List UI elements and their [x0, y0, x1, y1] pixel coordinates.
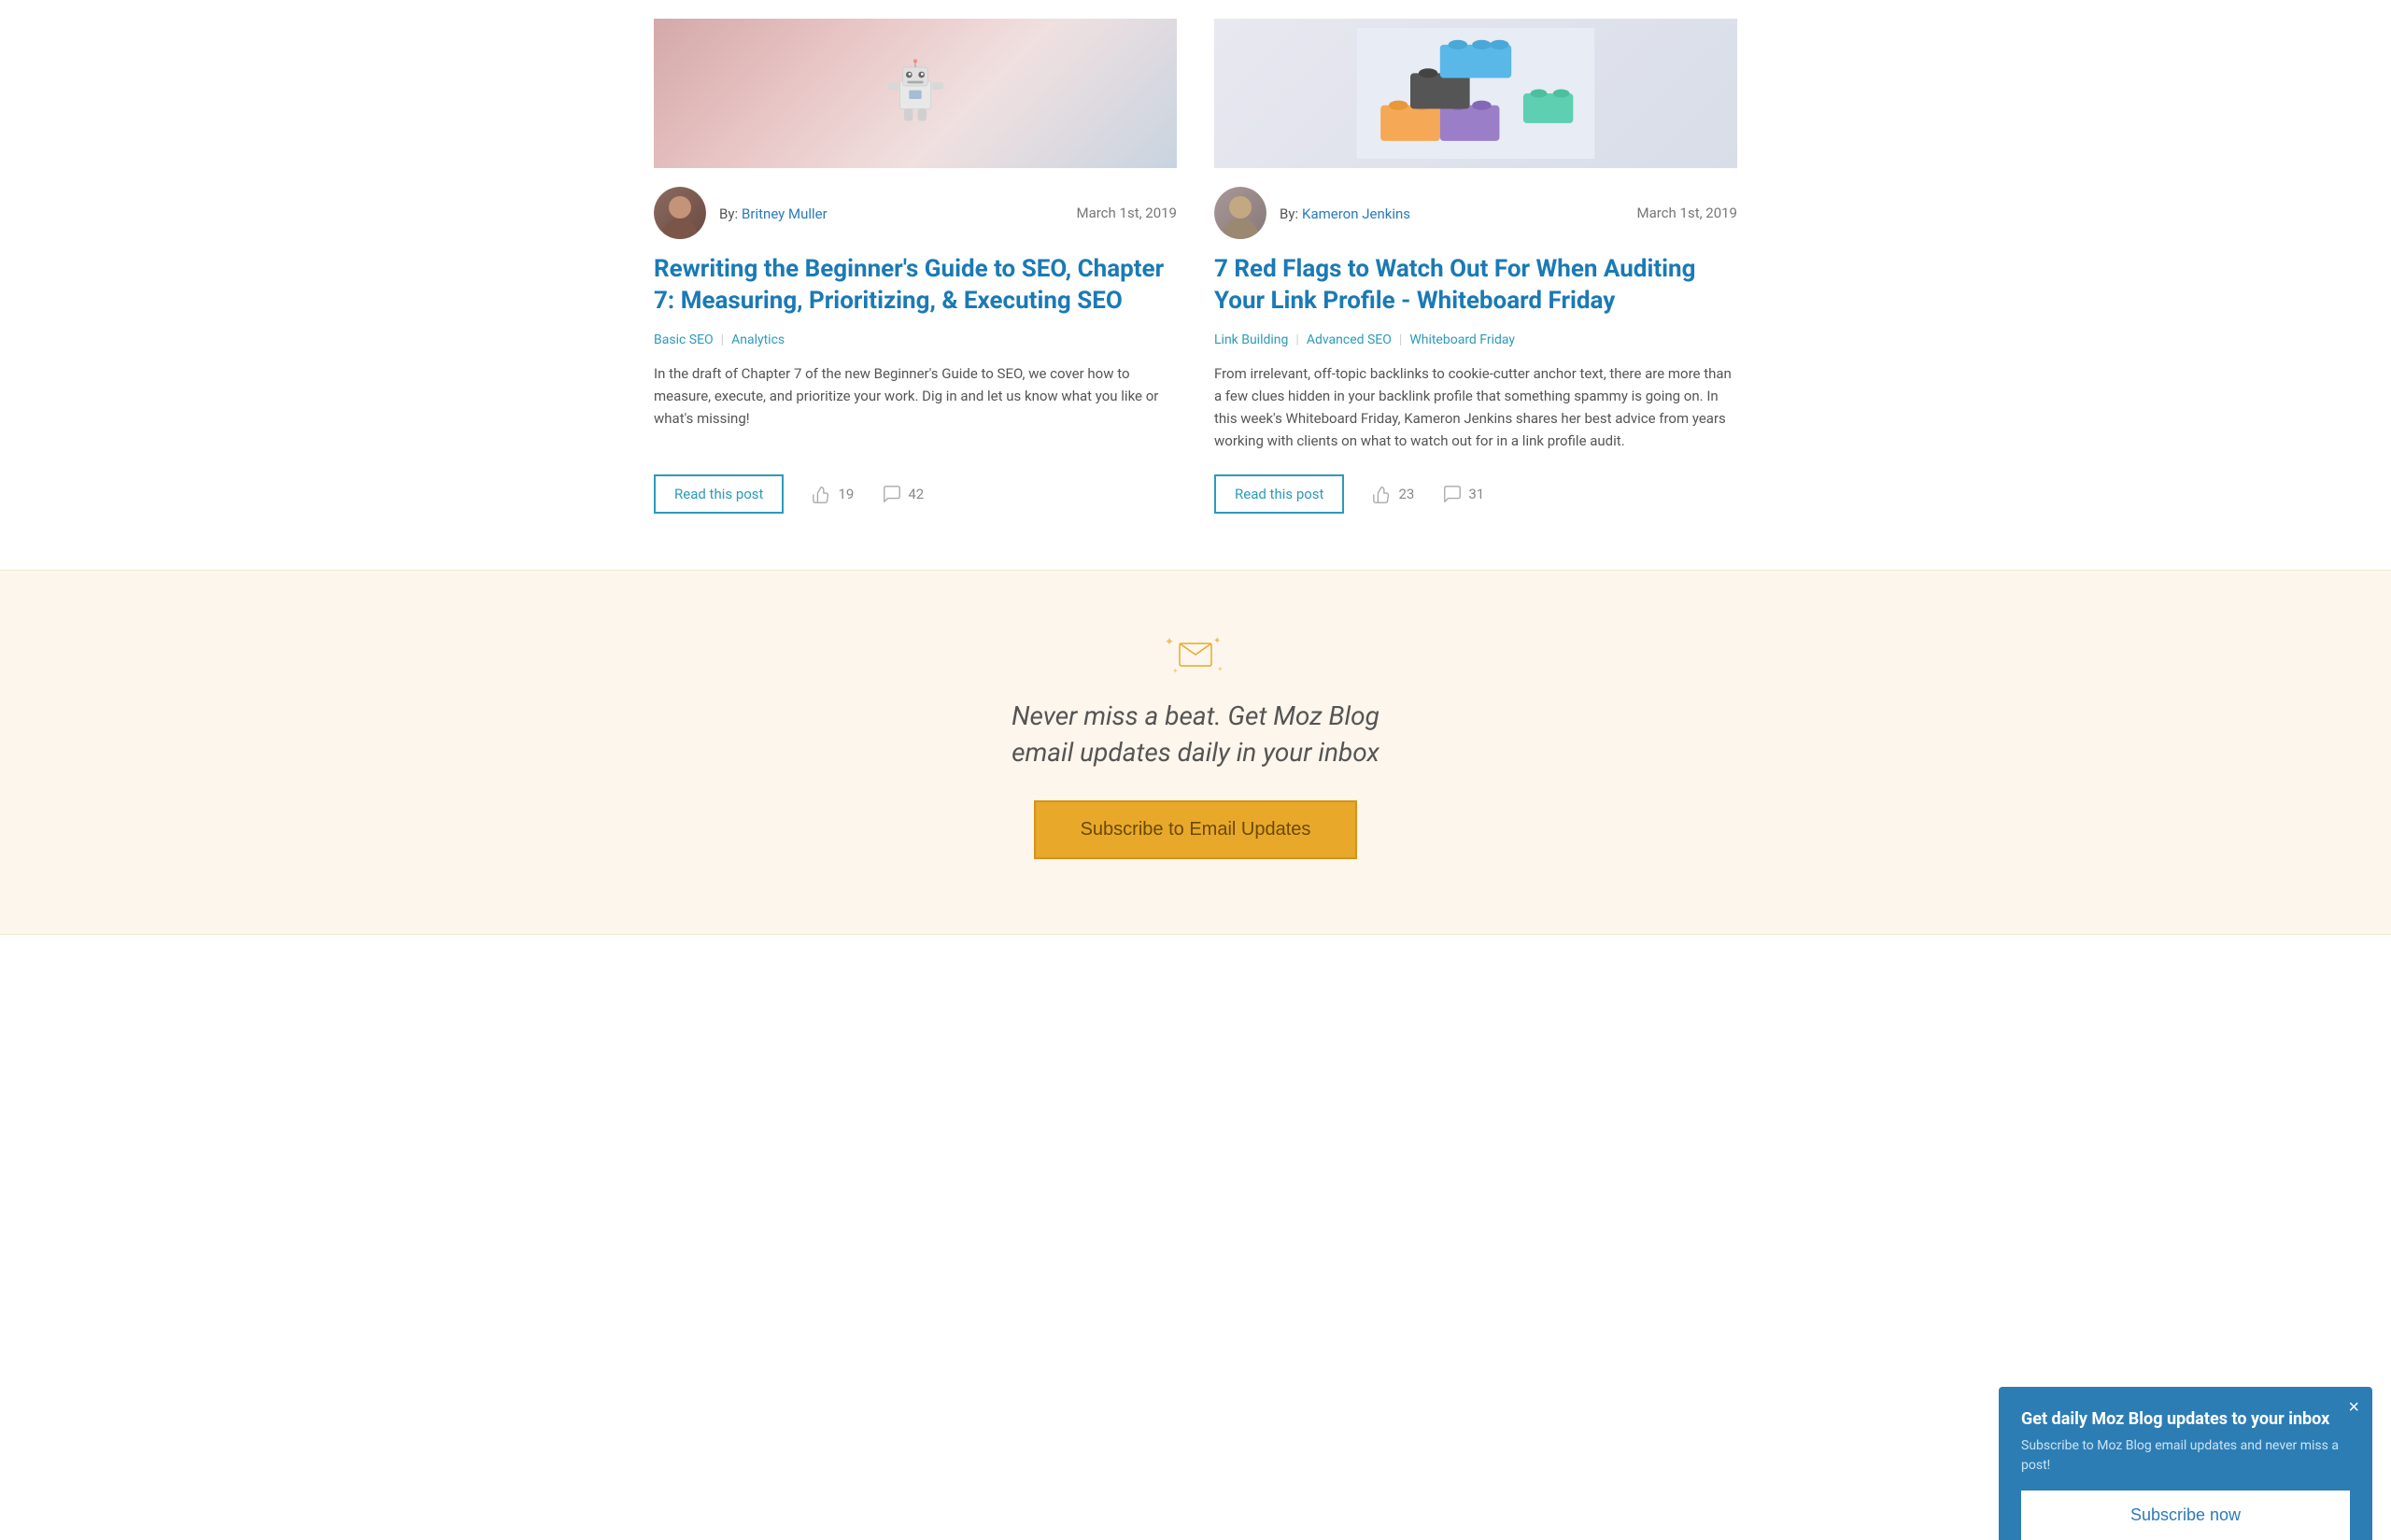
subscribe-email-updates-button[interactable]: Subscribe to Email Updates: [1034, 800, 1358, 859]
like-action-2[interactable]: 23: [1372, 484, 1414, 504]
post-meta-1: By: Britney Muller March 1st, 2019: [654, 187, 1177, 239]
like-count-1: 19: [838, 486, 854, 502]
post-image-2: [1214, 19, 1737, 168]
by-label-1: By:: [719, 205, 738, 222]
svg-text:✦: ✦: [1217, 665, 1224, 673]
tag-advanced-seo[interactable]: Advanced SEO: [1307, 332, 1392, 347]
read-post-btn-1[interactable]: Read this post: [654, 474, 784, 514]
post-card-2: By: Kameron Jenkins March 1st, 2019 7 Re…: [1214, 19, 1737, 514]
post-actions-1: Read this post 19 42: [654, 474, 1177, 514]
read-post-btn-2[interactable]: Read this post: [1214, 474, 1344, 514]
tag-whiteboard-friday[interactable]: Whiteboard Friday: [1409, 332, 1515, 347]
post-title-2[interactable]: 7 Red Flags to Watch Out For When Auditi…: [1214, 254, 1737, 318]
avatar-2: [1214, 187, 1266, 239]
post-title-1[interactable]: Rewriting the Beginner's Guide to SEO, C…: [654, 254, 1177, 318]
by-label-2: By:: [1280, 205, 1298, 222]
svg-text:✦: ✦: [1213, 636, 1221, 646]
newsletter-icon-area: ✦ ✦ ✦ ✦: [19, 627, 2372, 683]
svg-text:✦: ✦: [1165, 635, 1174, 648]
email-popup: × Get daily Moz Blog updates to your inb…: [1999, 1387, 2372, 1540]
bottom-section: [0, 935, 2391, 1047]
meta-text-1: By: Britney Muller: [719, 205, 1076, 222]
comment-count-2: 31: [1468, 486, 1484, 502]
post-excerpt-2: From irrelevant, off-topic backlinks to …: [1214, 362, 1737, 452]
tag-sep-1: |: [721, 332, 724, 347]
avatar-kameron: [1214, 187, 1266, 239]
tag-sep-2b: |: [1399, 332, 1402, 347]
popup-subscribe-button[interactable]: Subscribe now: [2021, 1491, 2350, 1540]
tag-analytics[interactable]: Analytics: [731, 332, 785, 347]
author-link-2[interactable]: Kameron Jenkins: [1302, 205, 1410, 222]
meta-text-2: By: Kameron Jenkins: [1280, 205, 1636, 222]
post-meta-2: By: Kameron Jenkins March 1st, 2019: [1214, 187, 1737, 239]
popup-title: Get daily Moz Blog updates to your inbox: [2021, 1409, 2350, 1429]
post-actions-2: Read this post 23 31: [1214, 474, 1737, 514]
post-date-1: March 1st, 2019: [1076, 205, 1177, 221]
popup-subtitle: Subscribe to Moz Blog email updates and …: [2021, 1436, 2350, 1476]
post-tags-2: Link Building | Advanced SEO | Whiteboar…: [1214, 332, 1737, 347]
tag-sep-2a: |: [1295, 332, 1298, 347]
popup-close-button[interactable]: ×: [2348, 1398, 2359, 1417]
comment-action-1[interactable]: 42: [882, 484, 924, 504]
comment-count-1: 42: [908, 486, 924, 502]
like-action-1[interactable]: 19: [812, 484, 854, 504]
like-count-2: 23: [1398, 486, 1414, 502]
posts-grid: By: Britney Muller March 1st, 2019 Rewri…: [654, 0, 1737, 570]
post-image-blocks: [1214, 19, 1737, 168]
avatar-britney: [654, 187, 706, 239]
avatar-1: [654, 187, 706, 239]
post-excerpt-1: In the draft of Chapter 7 of the new Beg…: [654, 362, 1177, 452]
post-image-robot: [654, 19, 1177, 168]
author-link-1[interactable]: Britney Muller: [742, 205, 828, 222]
newsletter-title: Never miss a beat. Get Moz Blog email up…: [19, 698, 2372, 770]
svg-text:✦: ✦: [1172, 667, 1179, 675]
tag-link-building[interactable]: Link Building: [1214, 332, 1288, 347]
post-image-1: [654, 19, 1177, 168]
post-tags-1: Basic SEO | Analytics: [654, 332, 1177, 347]
newsletter-section: ✦ ✦ ✦ ✦ Never miss a beat. Get Moz Blog …: [0, 570, 2391, 935]
tag-basic-seo[interactable]: Basic SEO: [654, 332, 714, 347]
comment-action-2[interactable]: 31: [1442, 484, 1484, 504]
post-date-2: March 1st, 2019: [1636, 205, 1737, 221]
post-card-1: By: Britney Muller March 1st, 2019 Rewri…: [654, 19, 1177, 514]
